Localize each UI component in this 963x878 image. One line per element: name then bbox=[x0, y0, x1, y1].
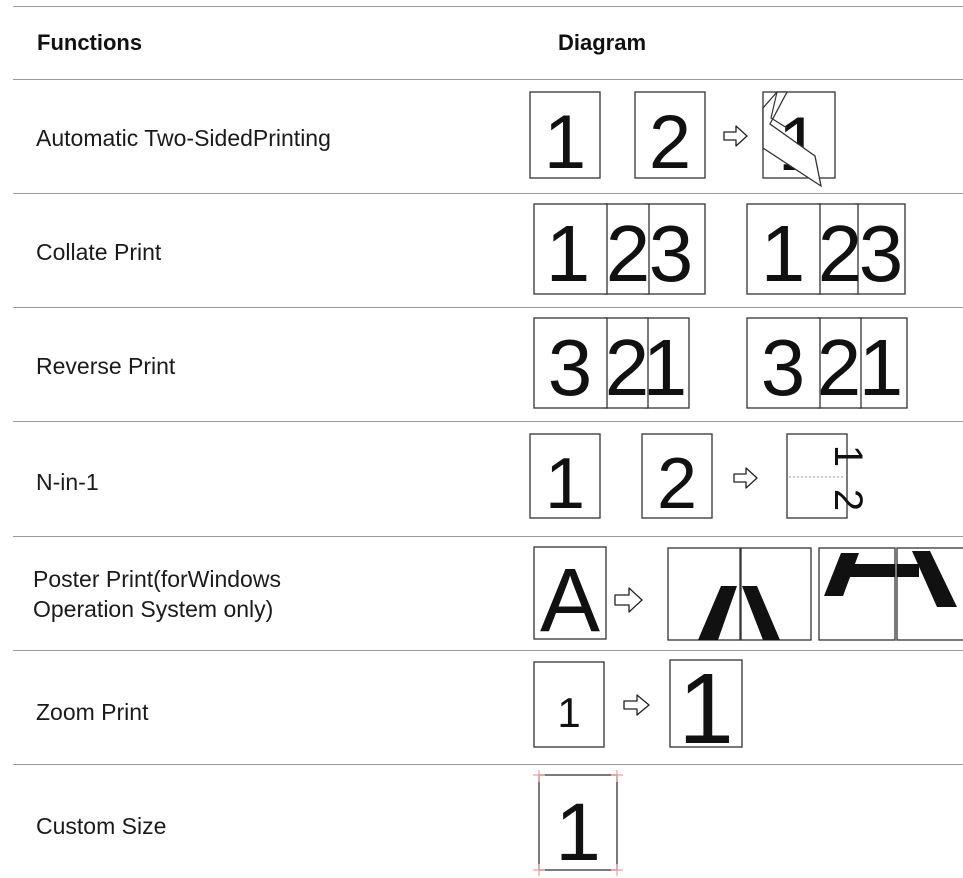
diagram-reverse: 3 2 1 3 2 1 bbox=[533, 317, 908, 412]
set2-number-1: 1 bbox=[761, 209, 806, 298]
large-page-number: 1 bbox=[678, 657, 734, 757]
table-rule-row2 bbox=[13, 307, 963, 308]
page-1-number: 1 bbox=[545, 444, 585, 524]
set1-number-3: 3 bbox=[548, 323, 593, 412]
diagram-collate: 1 2 3 1 2 3 bbox=[533, 203, 906, 298]
function-label-two-sided: Automatic Two-SidedPrinting bbox=[36, 125, 331, 151]
diagram-n-in-1: 1 2 1 2 bbox=[529, 433, 865, 524]
function-label-n-in-1: N-in-1 bbox=[36, 469, 99, 495]
set2-number-2: 2 bbox=[818, 209, 863, 298]
set2-number-3: 3 bbox=[859, 209, 904, 298]
combined-number-2: 2 bbox=[826, 489, 865, 511]
table-rule-row4 bbox=[13, 536, 963, 537]
tile-3-bar bbox=[849, 564, 895, 577]
set1-number-1: 1 bbox=[643, 323, 688, 412]
combined-number-1: 1 bbox=[826, 445, 865, 467]
diagram-two-sided: 1 2 1 bbox=[529, 91, 836, 188]
column-header-functions: Functions bbox=[37, 30, 143, 55]
arrow-icon bbox=[614, 587, 643, 613]
table-rule-header bbox=[13, 79, 963, 80]
arrow-icon bbox=[723, 125, 748, 147]
set1-number-1: 1 bbox=[546, 209, 591, 298]
table-rule-top bbox=[13, 6, 963, 7]
table-rule-row5 bbox=[13, 650, 963, 651]
arrow-icon bbox=[623, 694, 650, 716]
tile-4-bar bbox=[897, 564, 919, 577]
table-rule-row3 bbox=[13, 421, 963, 422]
function-label-poster-line2: Operation System only) bbox=[33, 596, 274, 622]
function-label-custom-size: Custom Size bbox=[36, 813, 167, 839]
function-label-zoom: Zoom Print bbox=[36, 699, 149, 725]
page-2-number: 2 bbox=[649, 100, 691, 185]
diagram-custom-size: 1 bbox=[533, 770, 623, 878]
set1-number-3: 3 bbox=[649, 209, 694, 298]
set2-number-1: 1 bbox=[859, 323, 904, 412]
table-rule-row1 bbox=[13, 193, 963, 194]
function-label-poster-line1: Poster Print(forWindows bbox=[33, 566, 281, 592]
custom-page-number: 1 bbox=[555, 787, 601, 878]
small-page-number: 1 bbox=[557, 689, 580, 736]
page-1-number: 1 bbox=[544, 100, 586, 185]
source-letter: A bbox=[540, 551, 600, 643]
page-2-number: 2 bbox=[657, 444, 697, 524]
column-header-diagram: Diagram bbox=[558, 30, 647, 55]
set1-number-2: 2 bbox=[606, 209, 651, 298]
function-label-collate: Collate Print bbox=[36, 239, 162, 265]
diagram-zoom: 1 1 bbox=[533, 657, 743, 757]
diagram-poster: A bbox=[533, 546, 963, 643]
table-rule-row6 bbox=[13, 764, 963, 765]
function-label-reverse: Reverse Print bbox=[36, 353, 176, 379]
set2-number-3: 3 bbox=[761, 323, 806, 412]
arrow-icon bbox=[733, 467, 758, 489]
set2-number-2: 2 bbox=[817, 323, 862, 412]
